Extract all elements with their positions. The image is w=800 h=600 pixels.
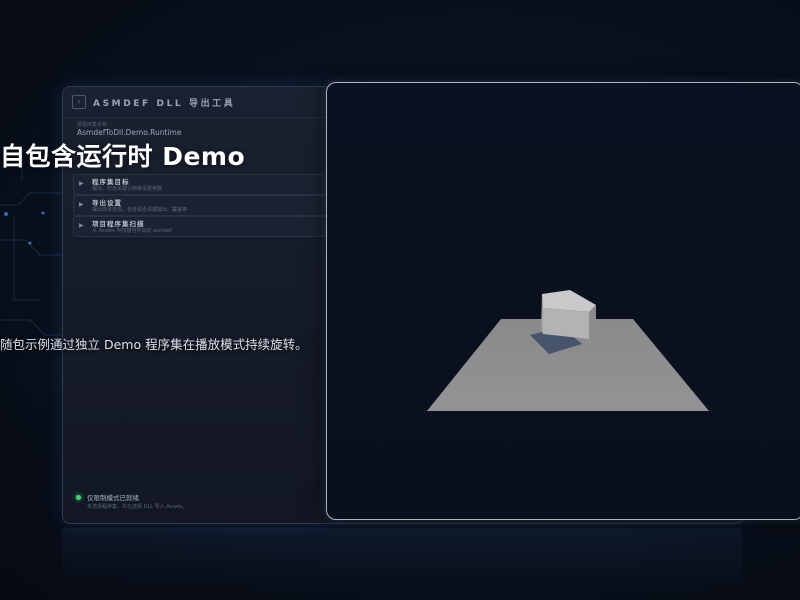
section-description: 输出、仅含关键引用等设置参数 (92, 186, 163, 192)
status-ready-dot-icon (76, 495, 81, 500)
hero-title: 自包含运行时 Demo (0, 142, 246, 171)
chevron-right-icon: ▶ (79, 201, 84, 208)
status-description: 未选择程序集，先在选择 DLL 导入 Assets。 (87, 504, 188, 510)
section-description: 从 Assets 中扫描可导出的 asmdef (92, 228, 172, 234)
section-description: 输出目录选项，包含是否清理输出、覆盖等 (92, 207, 188, 213)
assembly-name-label: 源程序集名称 (77, 122, 108, 128)
chevron-left-icon[interactable]: ‹ (72, 95, 86, 109)
window-reflection (62, 528, 742, 588)
status-title: 仅限制模式已就绪 (87, 494, 139, 502)
tool-window-title: ASMDEF DLL 导出工具 (93, 99, 236, 109)
demo-scene (427, 290, 709, 411)
assembly-name-value[interactable]: AsmdefToDll.Demo.Runtime (77, 128, 181, 137)
cube-front-face (543, 308, 589, 339)
hero-subtitle: 随包示例通过独立 Demo 程序集在播放模式持续旋转。 (0, 337, 308, 352)
game-viewport[interactable] (326, 82, 800, 520)
chevron-right-icon: ▶ (79, 180, 84, 187)
presentation-slide: ‹ ASMDEF DLL 导出工具 源程序集名称 AsmdefToDll.Dem… (0, 0, 800, 600)
chevron-right-icon: ▶ (79, 222, 84, 229)
